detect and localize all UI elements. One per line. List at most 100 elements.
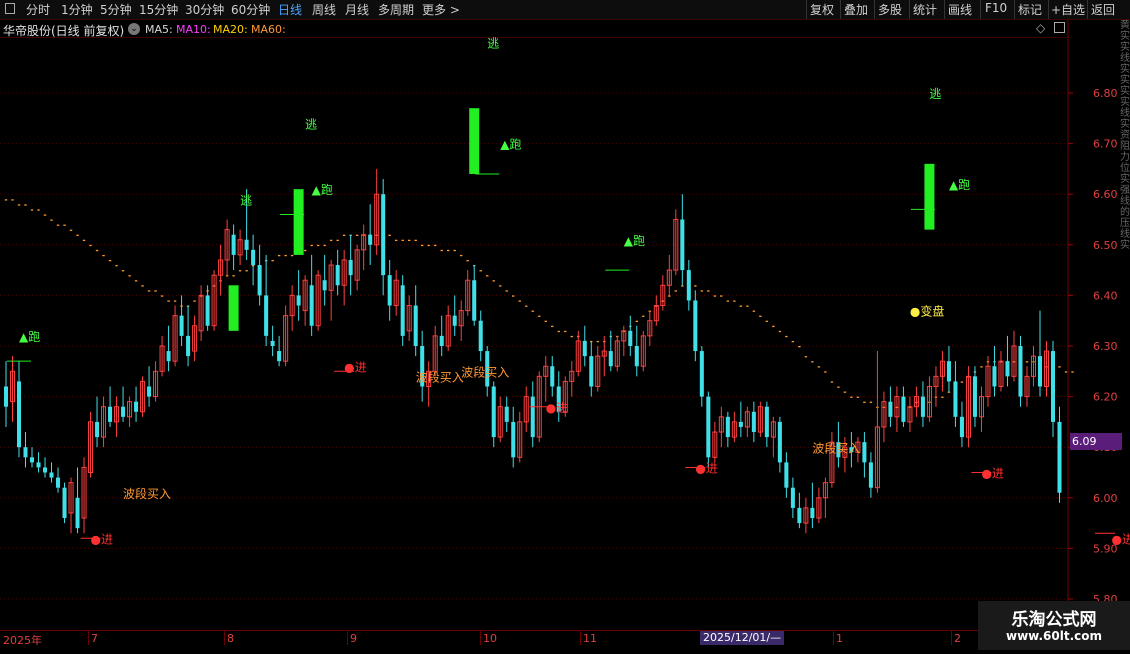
tab-15min[interactable]: 15分钟: [139, 1, 178, 18]
candle-body: [550, 366, 555, 387]
chart-svg: 6.806.706.606.506.406.306.206.106.005.90…: [0, 20, 1130, 630]
draw-line-button[interactable]: 画线: [948, 1, 972, 18]
candle-body: [75, 497, 80, 529]
signal-bar: [469, 108, 480, 174]
candle-body: [504, 406, 509, 422]
ma60-point: [557, 330, 560, 333]
date-label: 10: [483, 632, 497, 645]
window-icon[interactable]: [5, 3, 15, 14]
tab-more[interactable]: 更多 >: [422, 1, 460, 18]
kline-chart[interactable]: 6.806.706.606.506.406.306.206.106.005.90…: [0, 20, 1130, 650]
adjust-button[interactable]: 复权: [810, 1, 834, 18]
ma60-point: [277, 254, 281, 257]
ma60-point: [486, 275, 489, 277]
candle-body: [764, 406, 769, 438]
stock-title: 华帝股份(日线 前复权): [3, 24, 125, 38]
candle-body: [56, 477, 61, 488]
maximize-icon[interactable]: [1054, 22, 1065, 33]
diamond-icon[interactable]: ◇: [1036, 21, 1045, 35]
signal-annotation: ▲跑: [624, 234, 645, 248]
signal-annotation: 逃: [240, 193, 252, 207]
candle-body: [582, 340, 587, 357]
overlay-button[interactable]: 叠加: [844, 1, 868, 18]
f10-button[interactable]: F10: [985, 1, 1007, 15]
tab-weekly[interactable]: 周线: [312, 1, 336, 18]
ma60-point: [1071, 371, 1074, 373]
chevron-down-icon[interactable]: ⌄: [128, 23, 140, 35]
tab-30min[interactable]: 30分钟: [185, 1, 224, 18]
signal-annotation: ▲跑: [19, 330, 40, 344]
signal-annotation: 逃: [305, 117, 317, 131]
ma60-point: [980, 366, 983, 368]
ma60-point: [785, 335, 788, 338]
price-tick-label: 6.60: [1093, 188, 1118, 201]
ma60-point: [128, 275, 131, 277]
date-axis: 2025年 7 8 9 10 11 2025/12/01/— 1 2: [0, 630, 1130, 651]
ma60-point: [817, 366, 821, 368]
candle-body: [23, 447, 28, 458]
ma60-point: [564, 330, 567, 333]
chart-header: 华帝股份(日线 前复权) ⌄ MA5: MA10: MA20: MA60: ◇: [0, 20, 1070, 38]
tab-daily[interactable]: 日线: [278, 1, 302, 18]
signal-annotation: ●变盘: [910, 304, 944, 319]
tab-multi-period[interactable]: 多周期: [378, 1, 414, 18]
candle-body: [95, 421, 100, 438]
ma60-point: [76, 234, 79, 236]
ma60-point: [407, 239, 411, 242]
tab-60min[interactable]: 60分钟: [231, 1, 270, 18]
back-button[interactable]: 返回: [1091, 1, 1115, 18]
ma10-label: MA10:: [176, 23, 211, 36]
ma60-point: [193, 300, 196, 302]
ma60-point: [869, 401, 873, 403]
tab-5min[interactable]: 5分钟: [100, 1, 132, 18]
date-label: 7: [91, 632, 98, 645]
candle-body: [296, 295, 301, 306]
ma60-point: [303, 249, 307, 252]
candle-body: [777, 421, 782, 463]
ma60-point: [225, 275, 229, 277]
ma60-point: [713, 295, 717, 297]
tab-1min[interactable]: 1分钟: [61, 1, 93, 18]
ma60-point: [850, 396, 853, 398]
ma60-point: [147, 290, 151, 292]
ma60-point: [856, 396, 860, 398]
candle-body: [699, 351, 704, 397]
candle-body: [387, 275, 392, 306]
watermark: 乐淘公式网 www.60lt.com: [978, 601, 1130, 650]
multi-stock-button[interactable]: 多股: [878, 1, 902, 18]
ma60-point: [388, 234, 391, 236]
candle-body: [264, 295, 269, 336]
ma60-point: [837, 386, 840, 388]
signal-annotation: ●进: [695, 462, 717, 476]
ma60-point: [115, 265, 118, 267]
ma60-point: [43, 214, 47, 216]
ma60-point: [134, 280, 138, 282]
ma60-point: [30, 209, 34, 211]
candle-body: [920, 396, 925, 417]
ma60-point: [830, 381, 834, 383]
ma60-point: [11, 199, 14, 201]
candle-body: [36, 462, 41, 468]
ma60-point: [466, 259, 469, 262]
ma60-point: [173, 300, 177, 302]
ma60-point: [102, 254, 105, 257]
ma60-point: [82, 239, 86, 242]
mark-button[interactable]: 标记: [1018, 1, 1042, 18]
current-price-label: 6.09: [1070, 433, 1122, 450]
tab-monthly[interactable]: 月线: [345, 1, 369, 18]
candle-body: [108, 406, 113, 422]
tab-intraday[interactable]: 分时: [26, 1, 50, 18]
price-tick-label: 6.20: [1093, 391, 1118, 404]
ma60-point: [700, 290, 704, 292]
statistics-button[interactable]: 统计: [913, 1, 937, 18]
candle-body: [147, 386, 152, 397]
add-watchlist-button[interactable]: +自选: [1051, 1, 1085, 18]
candle-body: [511, 421, 516, 458]
ma60-point: [642, 315, 645, 317]
ma60-point: [56, 224, 60, 226]
ma60-point: [674, 290, 678, 292]
watermark-title: 乐淘公式网: [1011, 610, 1097, 630]
candle-body: [628, 330, 633, 346]
ma60-point: [1025, 361, 1029, 363]
ma60-point: [947, 391, 951, 393]
